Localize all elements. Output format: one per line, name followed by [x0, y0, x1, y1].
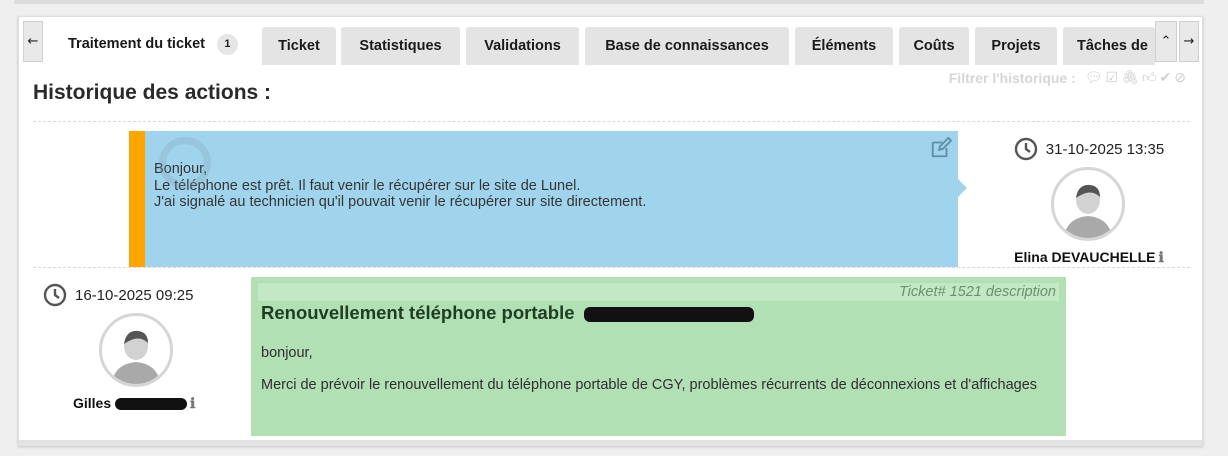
date-text: 31-10-2025 13:35	[1045, 140, 1165, 158]
solution-icon[interactable]: ✔	[1160, 69, 1172, 86]
tabs-collapse-arrow-icon[interactable]: ⌃	[1155, 21, 1177, 62]
tab-label: Projets	[991, 38, 1041, 54]
followup-line: Bonjour,	[154, 161, 208, 177]
ticket-panel: ← Traitement du ticket 1 Ticket Statisti…	[18, 16, 1203, 446]
edit-icon[interactable]	[930, 137, 952, 159]
followup-line: J'ai signalé au technicien qu'il pouvait…	[154, 194, 647, 210]
author-name: Gilles	[73, 395, 112, 411]
tab-bar: ← Traitement du ticket 1 Ticket Statisti…	[19, 19, 1202, 65]
description-paragraph: bonjour,	[261, 345, 313, 361]
followup-author[interactable]: Elina DEVAUCHELLE ℹ	[994, 249, 1184, 266]
validation-icon[interactable]: 👍︎	[1142, 69, 1157, 86]
tab-ticket[interactable]: Ticket	[262, 27, 336, 65]
tab-label: Éléments	[811, 38, 877, 54]
tab-couts[interactable]: Coûts	[899, 27, 969, 65]
tab-label: Statistiques	[359, 38, 442, 54]
description-paragraph: Merci de prévoir le renouvellement du té…	[261, 377, 1038, 393]
date-text: 16-10-2025 09:25	[75, 286, 194, 304]
avatar[interactable]	[99, 313, 173, 387]
followup-date: 31-10-2025 13:35	[994, 137, 1184, 161]
description-title: Renouvellement téléphone portable	[261, 302, 754, 324]
followup-bubble: Bonjour, Le téléphone est prêt. Il faut …	[129, 131, 967, 267]
document-icon[interactable]: 🖇︎	[1121, 69, 1139, 86]
description-author[interactable]: Gilles ℹ	[43, 395, 223, 412]
page-title: Historique des actions :	[33, 81, 272, 104]
tab-validations[interactable]: Validations	[466, 27, 579, 65]
divider	[33, 267, 1190, 268]
tab-label: Traitement du ticket	[68, 36, 205, 52]
tabs-prev-arrow-icon[interactable]: ←	[23, 21, 43, 62]
tab-elements[interactable]: Éléments	[795, 27, 893, 65]
filter-label: Filtrer l'historique :	[948, 69, 1076, 86]
tab-label: Validations	[484, 38, 561, 54]
tab-projets[interactable]: Projets	[975, 27, 1057, 65]
tab-traitement-du-ticket[interactable]: Traitement du ticket 1	[49, 23, 257, 65]
user-avatar-icon	[112, 330, 160, 384]
tab-base-de-connaissances[interactable]: Base de connaissances	[585, 27, 789, 65]
comment-icon[interactable]: 💬︎	[1085, 69, 1103, 86]
description-body: bonjour, Merci de prévoir le renouvellem…	[261, 345, 1058, 409]
description-header: Ticket# 1521 description	[258, 283, 1059, 301]
refused-icon[interactable]: ⊘	[1174, 69, 1186, 86]
tab-taches[interactable]: Tâches de	[1063, 27, 1155, 65]
tab-label: Coûts	[913, 38, 955, 54]
avatar[interactable]	[1051, 167, 1125, 241]
tab-count-badge: 1	[216, 33, 238, 55]
clock-icon	[43, 283, 67, 307]
history-filter: Filtrer l'historique : 💬︎ ☑ 🖇︎ 👍︎ ✔ ⊘	[949, 69, 1186, 86]
author-name: Elina DEVAUCHELLE	[1014, 249, 1156, 265]
redacted-text	[583, 306, 754, 322]
private-icon	[159, 137, 211, 189]
info-icon[interactable]: ℹ	[1158, 250, 1163, 266]
description-title-text: Renouvellement téléphone portable	[261, 302, 575, 323]
tab-label: Base de connaissances	[605, 38, 769, 54]
description-date: 16-10-2025 09:25	[43, 283, 223, 307]
clock-icon	[1014, 137, 1037, 161]
ticket-description: Ticket# 1521 description Renouvellement …	[251, 277, 1066, 436]
tab-label: Ticket	[278, 38, 320, 54]
divider	[33, 121, 1190, 122]
description-meta: 16-10-2025 09:25 Gilles ℹ	[43, 283, 223, 412]
top-border	[14, 0, 1204, 4]
info-icon[interactable]: ℹ	[190, 396, 195, 412]
tab-label: Tâches de	[1077, 38, 1148, 54]
tab-statistiques[interactable]: Statistiques	[341, 27, 460, 65]
user-avatar-icon	[1064, 184, 1112, 238]
panel-shadow	[18, 440, 1203, 446]
followup-line: Le téléphone est prêt. Il faut venir le …	[154, 177, 581, 194]
redacted-lastname	[115, 398, 188, 411]
followup-meta: 31-10-2025 13:35 Elina DEVAUCHELLE ℹ	[994, 137, 1184, 266]
tabs-next-arrow-icon[interactable]: →	[1179, 21, 1199, 62]
task-icon[interactable]: ☑	[1106, 69, 1119, 86]
